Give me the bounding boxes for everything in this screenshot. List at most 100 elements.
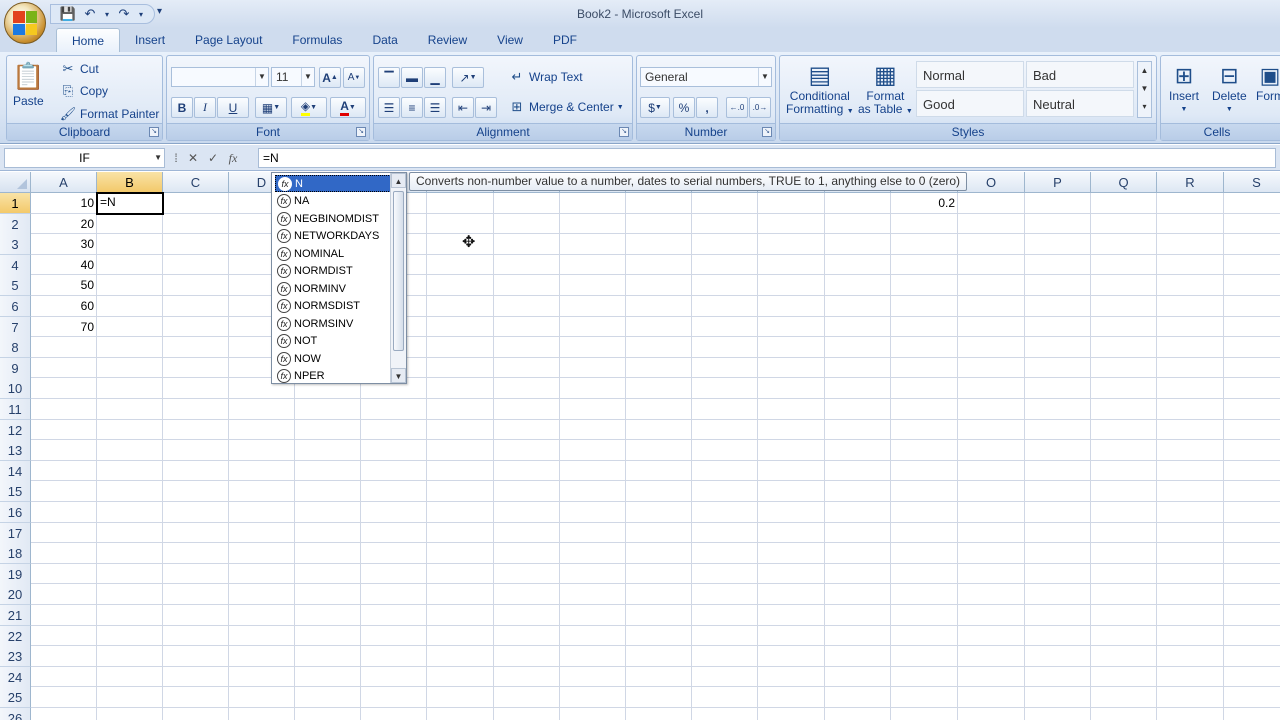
tab-pdf[interactable]: PDF <box>538 28 592 52</box>
underline-button[interactable]: U <box>217 97 249 118</box>
cell-a7[interactable]: 70 <box>31 317 97 338</box>
autocomplete-item-not[interactable]: fx NOT <box>275 333 391 350</box>
cancel-icon[interactable]: ✕ <box>186 151 200 165</box>
more-styles-icon[interactable]: ▾ <box>1138 98 1151 116</box>
autocomplete-item-normsinv[interactable]: fx NORMSINV <box>275 315 391 332</box>
cell-a5[interactable]: 50 <box>31 275 97 296</box>
row-header-2[interactable]: 2 <box>0 214 31 235</box>
align-bottom-button[interactable]: ▁ <box>424 67 446 88</box>
merge-center-button[interactable]: ⊞ Merge & Center ▼ <box>508 98 624 116</box>
row-header-5[interactable]: 5 <box>0 275 31 296</box>
cell-a4[interactable]: 40 <box>31 255 97 276</box>
row-header-12[interactable]: 12 <box>0 420 31 441</box>
chevron-down-icon[interactable]: ▼ <box>154 149 162 167</box>
cut-button[interactable]: ✂ Cut <box>59 60 99 78</box>
tab-insert[interactable]: Insert <box>120 28 180 52</box>
currency-button[interactable]: $ ▼ <box>640 97 670 118</box>
align-right-button[interactable]: ☰ <box>424 97 446 118</box>
style-neutral[interactable]: Neutral <box>1026 90 1134 117</box>
font-launcher-icon[interactable]: ↘ <box>356 127 366 137</box>
percent-button[interactable]: % <box>673 97 695 118</box>
insert-function-icon[interactable]: fx <box>226 151 240 165</box>
tab-page-layout[interactable]: Page Layout <box>180 28 277 52</box>
fill-color-button[interactable]: ◈ ▼ <box>291 97 327 118</box>
row-header-23[interactable]: 23 <box>0 646 31 667</box>
office-button[interactable] <box>4 2 46 44</box>
autocomplete-item-n[interactable]: fx N <box>275 175 391 192</box>
increase-indent-button[interactable]: ⇥ <box>475 97 497 118</box>
align-top-button[interactable]: ▔ <box>378 67 400 88</box>
style-good[interactable]: Good <box>916 90 1024 117</box>
enter-check-icon[interactable]: ✓ <box>206 151 220 165</box>
styles-scroll[interactable]: ▲ ▼ ▾ <box>1137 61 1152 118</box>
autocomplete-item-na[interactable]: fx NA <box>275 193 391 210</box>
borders-button[interactable]: ▦ ▼ <box>255 97 287 118</box>
autocomplete-scrollbar[interactable]: ▲ ▼ <box>390 173 406 383</box>
chevron-down-icon[interactable]: ▼ <box>391 368 406 383</box>
row-header-11[interactable]: 11 <box>0 399 31 420</box>
tab-data[interactable]: Data <box>357 28 412 52</box>
row-header-14[interactable]: 14 <box>0 461 31 482</box>
row-header-18[interactable]: 18 <box>0 543 31 564</box>
row-header-7[interactable]: 7 <box>0 317 31 338</box>
column-header-s[interactable]: S <box>1224 172 1280 193</box>
align-middle-button[interactable]: ▬ <box>401 67 423 88</box>
cell-a1[interactable]: 10 <box>31 193 97 214</box>
row-header-22[interactable]: 22 <box>0 626 31 647</box>
wrap-text-button[interactable]: ↵ Wrap Text <box>508 68 583 86</box>
autocomplete-item-nper[interactable]: fx NPER <box>275 368 391 385</box>
copy-button[interactable]: ⎘ Copy <box>59 82 108 100</box>
row-header-17[interactable]: 17 <box>0 523 31 544</box>
comma-button[interactable]: , <box>696 97 718 118</box>
decrease-decimal-button[interactable]: .0→ <box>749 97 771 118</box>
row-header-24[interactable]: 24 <box>0 667 31 688</box>
autocomplete-item-nominal[interactable]: fx NOMINAL <box>275 245 391 262</box>
active-cell-b1[interactable]: =N <box>96 192 164 215</box>
grow-font-button[interactable]: A ▲ <box>319 67 341 88</box>
format-cells-button[interactable]: ▣ Form <box>1255 60 1280 103</box>
tab-formulas[interactable]: Formulas <box>277 28 357 52</box>
decrease-indent-button[interactable]: ⇤ <box>452 97 474 118</box>
delete-cells-button[interactable]: ⊟ Delete ▼ <box>1212 60 1247 116</box>
column-header-c[interactable]: C <box>163 172 229 193</box>
column-header-q[interactable]: Q <box>1091 172 1157 193</box>
row-header-9[interactable]: 9 <box>0 358 31 379</box>
row-header-19[interactable]: 19 <box>0 564 31 585</box>
formula-input[interactable]: =N <box>258 148 1276 168</box>
insert-cells-button[interactable]: ⊞ Insert ▼ <box>1169 60 1199 116</box>
row-header-16[interactable]: 16 <box>0 502 31 523</box>
name-box[interactable]: IF ▼ <box>4 148 165 168</box>
row-header-6[interactable]: 6 <box>0 296 31 317</box>
cell-a6[interactable]: 60 <box>31 296 97 317</box>
row-header-26[interactable]: 26 <box>0 708 31 720</box>
italic-button[interactable]: I <box>194 97 216 118</box>
alignment-launcher-icon[interactable]: ↘ <box>619 127 629 137</box>
function-autocomplete-list[interactable]: fx Nfx NA fx NEGBINOMDIST fx NETWORKDAYS fx NOMI… <box>271 172 407 384</box>
align-center-button[interactable]: ≡ <box>401 97 423 118</box>
font-color-button[interactable]: A ▼ <box>330 97 366 118</box>
number-format-combo[interactable]: General ▼ <box>640 67 772 87</box>
row-header-20[interactable]: 20 <box>0 584 31 605</box>
font-name-combo[interactable]: ▼ <box>171 67 269 87</box>
conditional-formatting-button[interactable]: ▤ Conditional Formatting ▼ <box>786 60 854 118</box>
paste-button[interactable]: 📋 Paste <box>12 60 44 109</box>
scroll-thumb[interactable] <box>393 191 404 351</box>
tab-review[interactable]: Review <box>413 28 482 52</box>
tab-view[interactable]: View <box>482 28 538 52</box>
cell-a2[interactable]: 20 <box>31 214 97 235</box>
column-header-a[interactable]: A <box>31 172 97 193</box>
column-header-o[interactable]: O <box>958 172 1025 193</box>
row-header-15[interactable]: 15 <box>0 481 31 502</box>
style-normal[interactable]: Normal <box>916 61 1024 88</box>
row-header-13[interactable]: 13 <box>0 440 31 461</box>
chevron-up-icon[interactable]: ▲ <box>391 173 406 188</box>
column-header-r[interactable]: R <box>1157 172 1224 193</box>
chevron-down-icon[interactable]: ▼ <box>1138 80 1151 98</box>
row-header-3[interactable]: 3 <box>0 234 31 255</box>
column-header-b[interactable]: B <box>97 172 163 193</box>
autocomplete-item-networkdays[interactable]: fx NETWORKDAYS <box>275 228 391 245</box>
autocomplete-item-now[interactable]: fx NOW <box>275 350 391 367</box>
clipboard-launcher-icon[interactable]: ↘ <box>149 127 159 137</box>
autocomplete-item-normsdist[interactable]: fx NORMSDIST <box>275 298 391 315</box>
column-header-p[interactable]: P <box>1025 172 1091 193</box>
